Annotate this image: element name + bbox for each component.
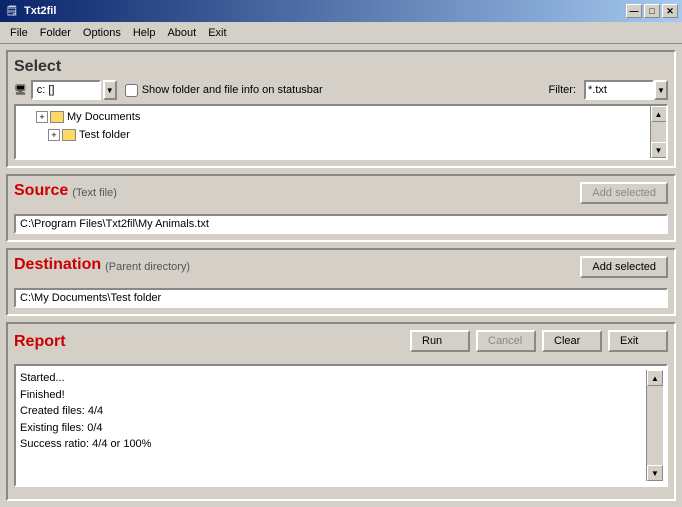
tree-scrollbar[interactable]: ▲ ▼ xyxy=(650,106,666,158)
tree-content: + My Documents + Test folder xyxy=(16,106,650,158)
tree-item-testfolder-label: Test folder xyxy=(79,129,130,141)
report-title-row: Report Run Cancel Clear Exit xyxy=(14,330,668,358)
folder-icon-mydocs xyxy=(50,111,64,123)
app-icon: 🗒 xyxy=(4,3,20,19)
source-title: Source xyxy=(14,182,68,200)
drive-select[interactable]: c: [] xyxy=(31,80,101,100)
close-button[interactable]: ✕ xyxy=(662,4,678,18)
tree-item-mydocs[interactable]: + My Documents xyxy=(20,108,646,126)
source-subtitle: (Text file) xyxy=(72,187,117,199)
window-controls[interactable]: — □ ✕ xyxy=(626,4,678,18)
report-log: Started... Finished! Created files: 4/4 … xyxy=(20,370,646,481)
show-info-checkbox[interactable] xyxy=(125,84,138,97)
destination-subtitle: (Parent directory) xyxy=(105,261,190,273)
report-scroll-track xyxy=(647,386,663,465)
menu-help[interactable]: Help xyxy=(127,25,162,41)
destination-panel: Destination (Parent directory) Add selec… xyxy=(6,248,676,316)
titlebar: 🗒 Txt2fil — □ ✕ xyxy=(0,0,682,22)
drive-combo[interactable]: 🖥 c: [] ▼ xyxy=(14,80,117,100)
menu-options[interactable]: Options xyxy=(77,25,127,41)
menu-exit[interactable]: Exit xyxy=(202,25,232,41)
report-scroll-up[interactable]: ▲ xyxy=(647,370,663,386)
drive-icon: 🖥 xyxy=(14,85,27,96)
destination-path-input[interactable] xyxy=(14,288,668,308)
select-title: Select xyxy=(14,58,668,76)
report-buttons: Run Cancel Clear Exit xyxy=(410,330,668,352)
main-content: Select 🖥 c: [] ▼ Show folder and file in… xyxy=(0,44,682,507)
select-panel: Select 🖥 c: [] ▼ Show folder and file in… xyxy=(6,50,676,168)
source-panel: Source (Text file) Add selected xyxy=(6,174,676,242)
tree-scroll-track xyxy=(651,122,667,142)
report-title: Report xyxy=(14,333,66,351)
destination-title: Destination xyxy=(14,256,101,274)
report-scrollbar[interactable]: ▲ ▼ xyxy=(646,370,662,481)
window-title: Txt2fil xyxy=(24,5,626,17)
destination-title-row: Destination (Parent directory) Add selec… xyxy=(14,256,668,278)
tree-item-testfolder[interactable]: + Test folder xyxy=(20,126,646,144)
cancel-button[interactable]: Cancel xyxy=(476,330,536,352)
report-text-area: Started... Finished! Created files: 4/4 … xyxy=(14,364,668,487)
file-tree[interactable]: + My Documents + Test folder ▲ ▼ xyxy=(14,104,668,160)
drive-dropdown-arrow[interactable]: ▼ xyxy=(103,80,117,100)
run-button[interactable]: Run xyxy=(410,330,470,352)
report-panel: Report Run Cancel Clear Exit Started... … xyxy=(6,322,676,501)
expand-testfolder[interactable]: + xyxy=(48,129,60,141)
menu-folder[interactable]: Folder xyxy=(34,25,77,41)
tree-scroll-up[interactable]: ▲ xyxy=(651,106,667,122)
source-title-row: Source (Text file) Add selected xyxy=(14,182,668,204)
report-scroll-down[interactable]: ▼ xyxy=(647,465,663,481)
menu-about[interactable]: About xyxy=(161,25,202,41)
destination-add-selected-button[interactable]: Add selected xyxy=(580,256,668,278)
expand-mydocs[interactable]: + xyxy=(36,111,48,123)
tree-item-mydocs-label: My Documents xyxy=(67,111,140,123)
source-add-selected-button[interactable]: Add selected xyxy=(580,182,668,204)
filter-combo[interactable]: ▼ xyxy=(584,80,668,100)
clear-button[interactable]: Clear xyxy=(542,330,602,352)
folder-icon-testfolder xyxy=(62,129,76,141)
minimize-button[interactable]: — xyxy=(626,4,642,18)
maximize-button[interactable]: □ xyxy=(644,4,660,18)
filter-dropdown-arrow[interactable]: ▼ xyxy=(654,80,668,100)
filter-input[interactable] xyxy=(584,80,654,100)
show-info-checkbox-label[interactable]: Show folder and file info on statusbar xyxy=(125,84,323,97)
source-path-input[interactable] xyxy=(14,214,668,234)
menu-file[interactable]: File xyxy=(4,25,34,41)
filter-label: Filter: xyxy=(549,84,577,96)
tree-scroll-down[interactable]: ▼ xyxy=(651,142,667,158)
exit-button[interactable]: Exit xyxy=(608,330,668,352)
select-controls: 🖥 c: [] ▼ Show folder and file info on s… xyxy=(14,80,668,100)
menubar: File Folder Options Help About Exit xyxy=(0,22,682,44)
